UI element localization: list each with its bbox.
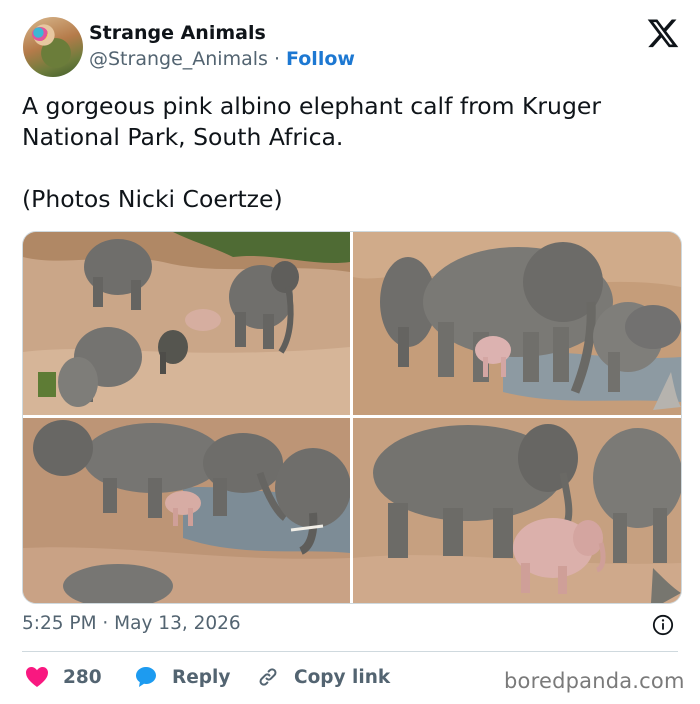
tweet-text: A gorgeous pink albino elephant calf fro… xyxy=(22,91,682,215)
author-avatar[interactable] xyxy=(23,17,83,77)
tweet-text-credit: (Photos Nicki Coertze) xyxy=(22,185,283,213)
link-icon xyxy=(259,668,277,686)
avatar-bird-graphic xyxy=(32,27,48,41)
photo-grid xyxy=(22,231,682,604)
copy-link-label: Copy link xyxy=(294,666,391,688)
author-handle-line: @Strange_Animals · Follow xyxy=(89,48,355,70)
copy-link-button[interactable]: Copy link xyxy=(256,664,390,690)
speech-bubble-icon xyxy=(136,667,156,687)
photo-2[interactable] xyxy=(353,232,681,415)
tweet-text-line: A gorgeous pink albino elephant calf fro… xyxy=(22,92,601,151)
follow-button[interactable]: Follow xyxy=(286,48,355,70)
photo-4[interactable] xyxy=(353,418,681,603)
reply-label: Reply xyxy=(172,666,231,688)
like-button[interactable]: 280 xyxy=(25,664,102,690)
info-icon[interactable] xyxy=(652,614,674,636)
reply-button[interactable]: Reply xyxy=(134,664,230,690)
like-count: 280 xyxy=(63,666,102,688)
tweet-timestamp[interactable]: 5:25 PM · May 13, 2026 xyxy=(22,613,241,634)
tweet-card: Strange Animals @Strange_Animals · Follo… xyxy=(0,0,700,704)
photo-3[interactable] xyxy=(23,418,350,603)
x-logo-icon[interactable] xyxy=(646,16,680,50)
watermark: boredpanda.com xyxy=(504,669,685,693)
photo-1[interactable] xyxy=(23,232,350,415)
author-display-name[interactable]: Strange Animals xyxy=(89,22,266,44)
handle-separator: · xyxy=(273,48,280,70)
heart-icon xyxy=(26,667,48,687)
author-handle[interactable]: @Strange_Animals xyxy=(89,48,268,70)
divider xyxy=(22,651,678,652)
